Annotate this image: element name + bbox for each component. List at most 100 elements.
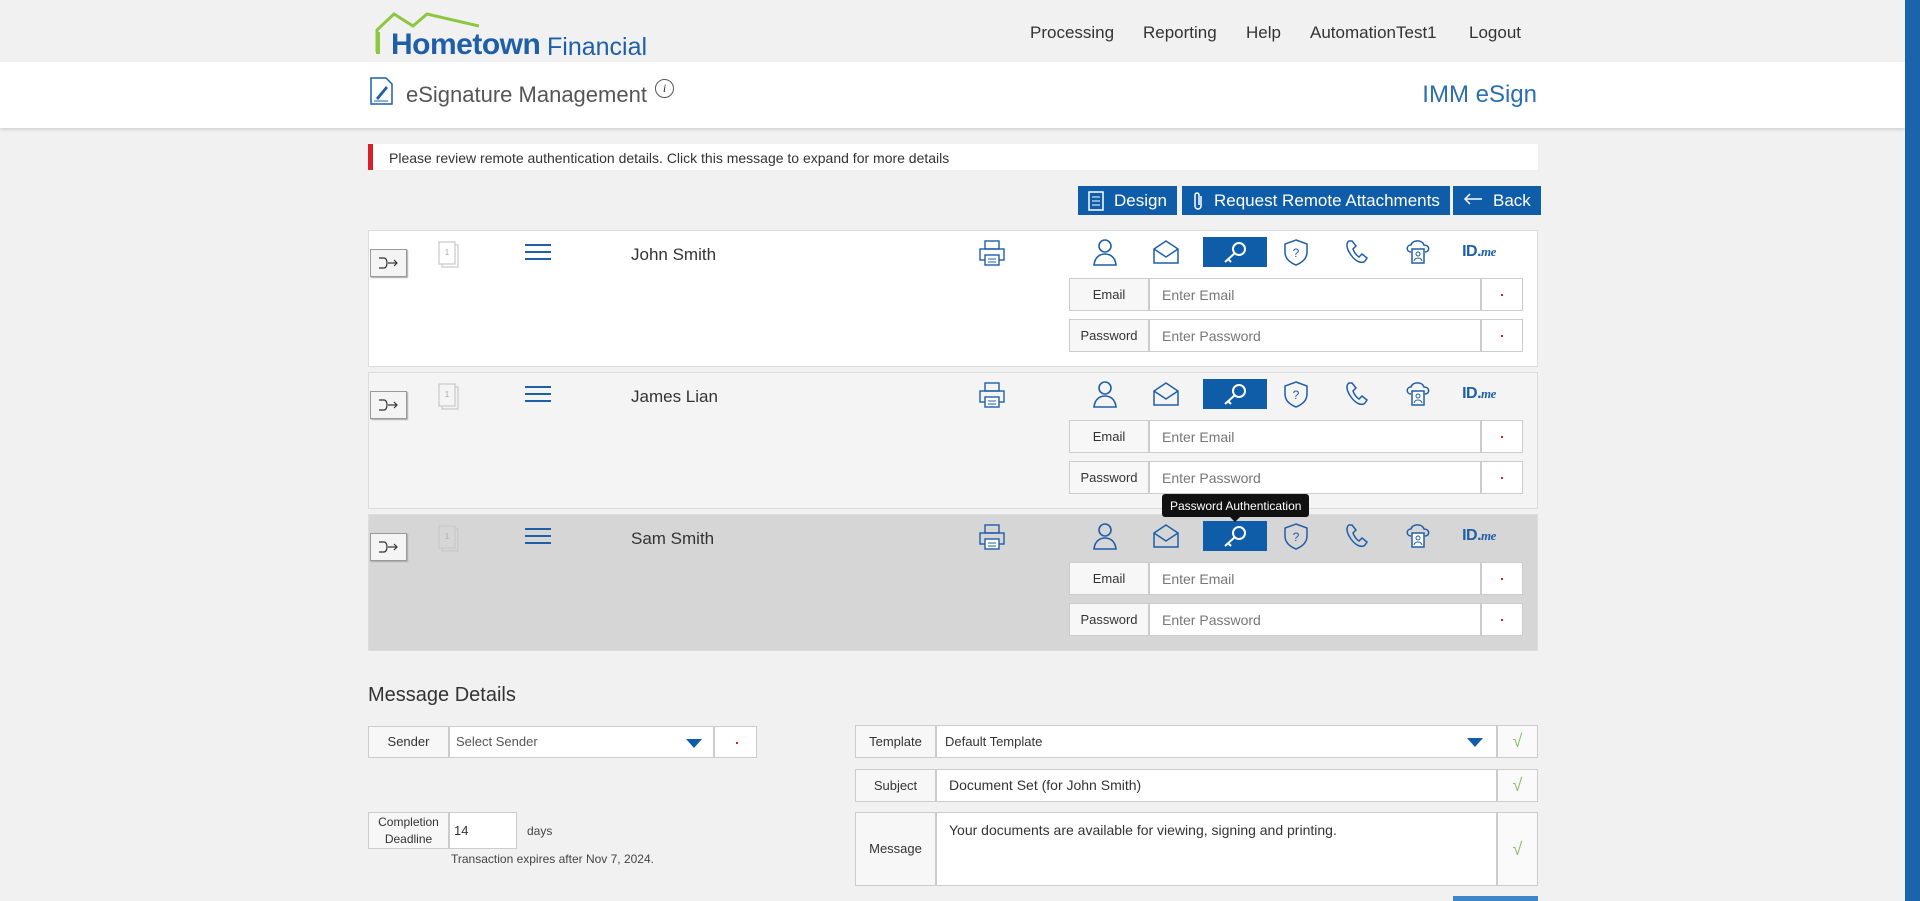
completion-deadline-input[interactable]: 14: [449, 812, 517, 849]
password-input[interactable]: [1149, 461, 1481, 494]
message-valid-check-icon: √: [1497, 812, 1538, 886]
signer-name: Sam Smith: [631, 529, 715, 548]
email-required-marker: [1481, 278, 1523, 311]
email-icon: [1151, 381, 1181, 407]
email-input[interactable]: [1149, 562, 1481, 595]
back-button[interactable]: Back: [1453, 186, 1541, 215]
document-page-number: 1: [445, 532, 450, 541]
subject-label: Subject: [855, 769, 936, 802]
cloud-id-auth-button[interactable]: [1388, 521, 1448, 551]
nav-help[interactable]: Help: [1246, 23, 1281, 43]
printer-icon[interactable]: [978, 381, 1006, 414]
document-page-icon[interactable]: 1: [437, 525, 461, 558]
hamburger-menu-icon[interactable]: [525, 243, 551, 266]
password-key-auth-button[interactable]: [1203, 521, 1267, 551]
vertical-scrollbar[interactable]: [1905, 0, 1920, 901]
email-input[interactable]: [1149, 278, 1481, 311]
password-key-icon: [1220, 240, 1250, 264]
phone-icon: [1343, 380, 1371, 408]
nav-logout[interactable]: Logout: [1469, 23, 1521, 43]
document-page-icon[interactable]: 1: [437, 241, 461, 274]
shield-question-auth-button[interactable]: ?: [1266, 237, 1326, 267]
document-page-number: 1: [445, 390, 450, 399]
email-icon: [1151, 239, 1181, 265]
remote-auth-alert[interactable]: Please review remote authentication deta…: [368, 144, 1538, 170]
person-auth-button[interactable]: [1075, 237, 1135, 267]
svg-text:?: ?: [1293, 388, 1300, 402]
email-field-group: Email: [1069, 562, 1523, 595]
sender-required-marker: [714, 726, 757, 758]
sender-select-value: Select Sender: [456, 734, 538, 749]
completion-deadline-label-line2: Deadline: [384, 832, 433, 846]
email-required-marker: [1481, 562, 1523, 595]
nav-processing[interactable]: Processing: [1030, 23, 1114, 43]
subject-input[interactable]: Document Set (for John Smith): [936, 769, 1497, 802]
cloud-id-icon: [1403, 238, 1433, 266]
idme-auth-button[interactable]: ID.me: [1449, 237, 1509, 267]
password-key-auth-button[interactable]: [1203, 379, 1267, 409]
password-key-auth-button[interactable]: [1203, 237, 1267, 267]
email-auth-button[interactable]: [1136, 521, 1196, 551]
phone-auth-button[interactable]: [1327, 237, 1387, 267]
chevron-down-icon: [1467, 738, 1483, 747]
password-input[interactable]: [1149, 603, 1481, 636]
signer-row: 1 James Lian ? ID.me Email Password: [368, 372, 1538, 509]
app-name: IMM eSign: [1422, 81, 1537, 108]
person-icon: [1092, 380, 1118, 408]
password-required-marker: [1481, 461, 1523, 494]
deadline-unit: days: [527, 824, 553, 838]
idme-logo-id: ID.: [1462, 243, 1482, 260]
signer-row: 1 Sam Smith ? ID.me Email Password: [368, 514, 1538, 651]
shield-question-auth-button[interactable]: ?: [1266, 521, 1326, 551]
sender-select[interactable]: Select Sender: [449, 726, 714, 758]
cloud-id-auth-button[interactable]: [1388, 379, 1448, 409]
svg-text:?: ?: [1293, 530, 1300, 544]
info-icon[interactable]: i: [655, 79, 674, 98]
nav-user[interactable]: AutomationTest1: [1310, 23, 1437, 43]
nav-reporting[interactable]: Reporting: [1143, 23, 1217, 43]
printer-icon[interactable]: [978, 523, 1006, 556]
shield-question-auth-button[interactable]: ?: [1266, 379, 1326, 409]
email-input[interactable]: [1149, 420, 1481, 453]
idme-logo: ID.me: [1462, 243, 1496, 261]
document-page-number: 1: [445, 248, 450, 257]
idme-logo: ID.me: [1462, 385, 1496, 403]
document-page-icon[interactable]: 1: [437, 383, 461, 416]
page-title: eSignature Management: [406, 82, 647, 107]
email-auth-button[interactable]: [1136, 379, 1196, 409]
request-remote-attachments-button[interactable]: Request Remote Attachments: [1182, 186, 1450, 215]
signer-name: John Smith: [631, 245, 717, 264]
person-auth-button[interactable]: [1075, 521, 1135, 551]
password-required-marker: [1481, 319, 1523, 352]
person-auth-button[interactable]: [1075, 379, 1135, 409]
design-button[interactable]: Design: [1078, 186, 1177, 215]
brand-name: Hometown: [391, 28, 541, 61]
password-auth-tooltip: Password Authentication: [1162, 494, 1310, 522]
email-icon: [1151, 523, 1181, 549]
message-textarea[interactable]: Your documents are available for viewing…: [936, 812, 1497, 886]
expand-signer-button[interactable]: [370, 391, 407, 419]
cloud-id-auth-button[interactable]: [1388, 237, 1448, 267]
expand-signer-button[interactable]: [370, 249, 407, 277]
email-auth-button[interactable]: [1136, 237, 1196, 267]
chevron-down-icon: [686, 739, 702, 748]
phone-auth-button[interactable]: [1327, 379, 1387, 409]
idme-auth-button[interactable]: ID.me: [1449, 379, 1509, 409]
password-input[interactable]: [1149, 319, 1481, 352]
email-label: Email: [1069, 562, 1149, 595]
password-field-group: Password: [1069, 603, 1523, 636]
expand-signer-button[interactable]: [370, 533, 407, 561]
hamburger-menu-icon[interactable]: [525, 385, 551, 408]
phone-auth-button[interactable]: [1327, 521, 1387, 551]
email-label: Email: [1069, 278, 1149, 311]
idme-auth-button[interactable]: ID.me: [1449, 521, 1509, 551]
printer-icon[interactable]: [978, 239, 1006, 272]
template-select[interactable]: Default Template: [936, 725, 1497, 758]
idme-logo-me: me: [1481, 528, 1496, 543]
hometown-logo[interactable]: Hometown Financial: [369, 10, 649, 61]
arrow-left-icon: [1463, 191, 1483, 212]
hamburger-menu-icon[interactable]: [525, 527, 551, 550]
password-field-group: Password: [1069, 319, 1523, 352]
template-select-value: Default Template: [945, 734, 1043, 749]
submit-button-partial[interactable]: [1453, 896, 1538, 901]
